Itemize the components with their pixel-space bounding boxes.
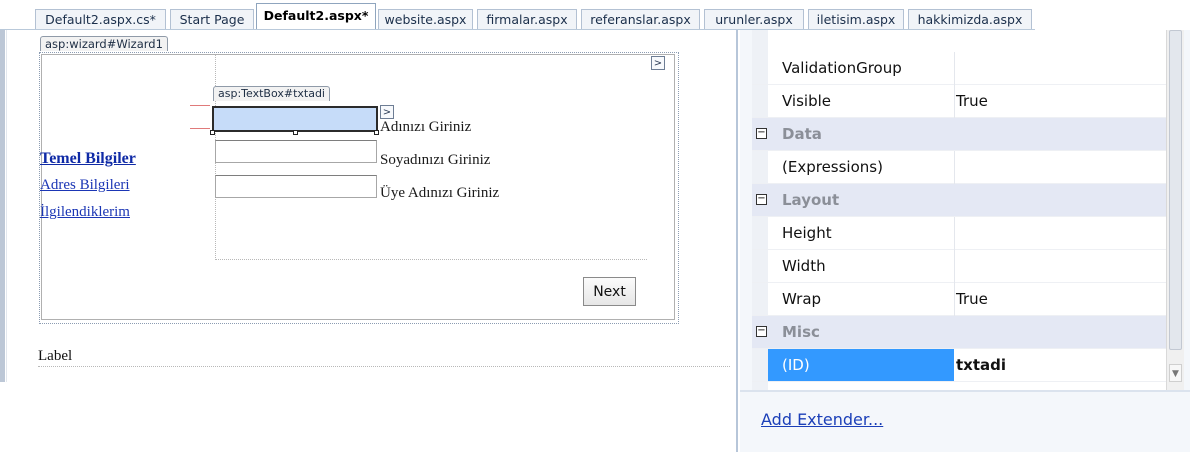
next-button[interactable]: Next	[583, 277, 636, 306]
category-layout[interactable]: − Layout	[752, 184, 1166, 217]
property-row-expressions[interactable]: (Expressions)	[752, 151, 1166, 184]
document-tab-strip: Default2.aspx.cs* Start Page Default2.as…	[0, 0, 1035, 30]
tab-firmalar-aspx[interactable]: firmalar.aspx	[477, 9, 577, 29]
label-control[interactable]: Label	[38, 348, 72, 365]
collapse-icon[interactable]: −	[756, 326, 767, 337]
uye-adi-input[interactable]	[215, 175, 377, 198]
property-name: Visible	[782, 92, 831, 110]
label-control-outline	[38, 366, 730, 367]
property-row-height[interactable]: Height	[752, 217, 1166, 250]
tab-referanslar-aspx[interactable]: referanslar.aspx	[581, 9, 700, 29]
column-divider	[954, 217, 955, 250]
sidebar-item-ilgilendiklerim[interactable]: İlgilendiklerim	[40, 204, 130, 221]
property-value[interactable]: txtadi	[956, 349, 1006, 381]
tab-default2-aspx-cs[interactable]: Default2.aspx.cs*	[35, 9, 166, 29]
textbox-tag[interactable]: asp:TextBox#txtadi	[213, 86, 330, 101]
textbox-smart-tag-icon[interactable]: >	[380, 105, 394, 119]
alignment-guide	[190, 105, 210, 106]
category-misc[interactable]: − Misc	[752, 316, 1166, 349]
column-divider	[954, 52, 955, 85]
designer-left-gutter	[0, 30, 5, 382]
tab-default2-aspx[interactable]: Default2.aspx*	[256, 3, 376, 30]
commands-separator	[740, 390, 1190, 392]
property-value[interactable]: True	[956, 283, 988, 315]
alignment-guide	[190, 128, 210, 129]
property-row-visible[interactable]: Visible True	[752, 85, 1166, 118]
resize-handle[interactable]	[210, 130, 215, 135]
soyadi-input[interactable]	[215, 140, 377, 163]
resize-handle[interactable]	[293, 130, 298, 135]
property-row-validationgroup[interactable]: ValidationGroup	[752, 52, 1166, 85]
tab-iletisim-aspx[interactable]: iletisim.aspx	[808, 9, 904, 29]
property-row-wrap[interactable]: Wrap True	[752, 283, 1166, 316]
property-row-id[interactable]: (ID) txtadi	[752, 349, 1166, 382]
resize-handle[interactable]	[374, 130, 379, 135]
property-grid-scrollbar[interactable]: ▼	[1166, 30, 1184, 390]
design-surface[interactable]: asp:wizard#Wizard1 > Temel Bilgiler Adre…	[8, 30, 730, 452]
category-name: Misc	[782, 323, 820, 341]
column-divider	[954, 85, 955, 118]
category-data[interactable]: − Data	[752, 118, 1166, 151]
collapse-icon[interactable]: −	[756, 128, 767, 139]
wizard-tag[interactable]: asp:wizard#Wizard1	[40, 36, 168, 51]
adi-label: Adınızı Giriniz	[380, 119, 472, 135]
property-name: Width	[782, 257, 826, 275]
uye-adi-label: Üye Adınızı Giriniz	[380, 185, 500, 201]
column-divider	[954, 151, 955, 184]
soyadi-label: Soyadınızı Giriniz	[380, 152, 491, 168]
properties-panel: ValidationGroup Visible True − Data (Exp…	[740, 30, 1190, 452]
wizard-smart-tag-icon[interactable]: >	[651, 56, 665, 70]
sidebar-item-adres-bilgileri[interactable]: Adres Bilgileri	[40, 177, 130, 194]
property-name: (ID)	[768, 349, 954, 381]
property-row-width[interactable]: Width	[752, 250, 1166, 283]
add-extender-link[interactable]: Add Extender...	[761, 410, 883, 429]
property-value[interactable]: True	[956, 85, 988, 117]
collapse-icon[interactable]: −	[756, 194, 767, 205]
tab-start-page[interactable]: Start Page	[170, 9, 254, 29]
property-name: Wrap	[782, 290, 822, 308]
property-grid[interactable]: ValidationGroup Visible True − Data (Exp…	[752, 30, 1166, 390]
category-name: Layout	[782, 191, 840, 209]
column-divider	[954, 283, 955, 316]
tab-website-aspx[interactable]: website.aspx	[378, 9, 473, 29]
column-divider	[954, 250, 955, 283]
sidebar-item-temel-bilgiler[interactable]: Temel Bilgiler	[40, 150, 136, 168]
scroll-down-arrow-icon[interactable]: ▼	[1169, 364, 1182, 382]
tab-urunler-aspx[interactable]: urunler.aspx	[704, 9, 804, 29]
property-name: (Expressions)	[782, 158, 883, 176]
designer-left-gutter-line	[6, 30, 7, 382]
category-name: Data	[782, 125, 822, 143]
tab-hakkimizda-aspx[interactable]: hakkimizda.aspx	[908, 9, 1032, 29]
properties-panel-border	[736, 30, 738, 452]
scrollbar-thumb[interactable]	[1169, 30, 1182, 350]
property-name: ValidationGroup	[782, 59, 902, 77]
property-name: Height	[782, 224, 832, 242]
txtadi-input[interactable]	[212, 106, 378, 132]
